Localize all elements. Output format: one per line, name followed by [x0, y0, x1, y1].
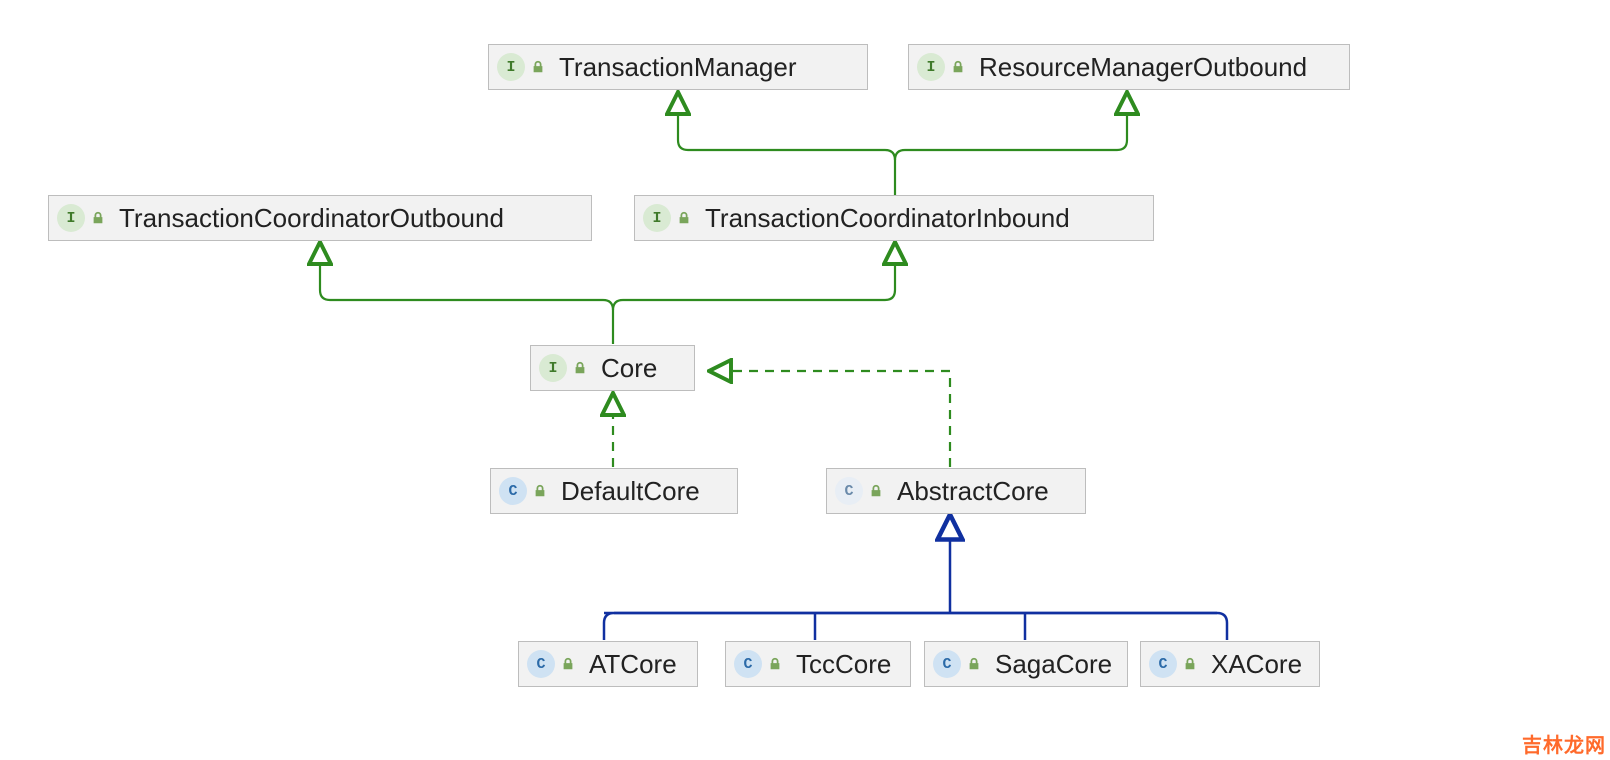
node-label: XACore — [1211, 651, 1302, 677]
lock-icon — [561, 657, 575, 671]
node-core: I Core — [530, 345, 695, 391]
lock-icon — [677, 211, 691, 225]
lock-icon — [768, 657, 782, 671]
lock-icon — [573, 361, 587, 375]
node-label: TransactionCoordinatorOutbound — [119, 205, 504, 231]
node-transaction-coordinator-inbound: I TransactionCoordinatorInbound — [634, 195, 1154, 241]
edge-tci-tm — [678, 103, 895, 160]
node-label: ResourceManagerOutbound — [979, 54, 1307, 80]
node-label: SagaCore — [995, 651, 1112, 677]
interface-icon: I — [539, 354, 567, 382]
class-icon: C — [933, 650, 961, 678]
class-icon: C — [499, 477, 527, 505]
node-label: TransactionCoordinatorInbound — [705, 205, 1070, 231]
node-xa-core: C XACore — [1140, 641, 1320, 687]
abstract-class-icon: C — [835, 477, 863, 505]
lock-icon — [967, 657, 981, 671]
interface-icon: I — [643, 204, 671, 232]
node-label: Core — [601, 355, 657, 381]
lock-icon — [533, 484, 547, 498]
node-tcc-core: C TccCore — [725, 641, 911, 687]
node-resource-manager-outbound: I ResourceManagerOutbound — [908, 44, 1350, 90]
node-label: DefaultCore — [561, 478, 700, 504]
interface-icon: I — [917, 53, 945, 81]
lock-icon — [1183, 657, 1197, 671]
watermark-text: 吉林龙网 — [1522, 729, 1606, 758]
node-transaction-coordinator-outbound: I TransactionCoordinatorOutbound — [48, 195, 592, 241]
node-transaction-manager: I TransactionManager — [488, 44, 868, 90]
node-label: ATCore — [589, 651, 677, 677]
node-label: TransactionManager — [559, 54, 797, 80]
class-icon: C — [527, 650, 555, 678]
lock-icon — [531, 60, 545, 74]
node-label: TccCore — [796, 651, 891, 677]
class-icon: C — [734, 650, 762, 678]
edge-core-tci — [613, 253, 895, 310]
lock-icon — [951, 60, 965, 74]
node-abstract-core: C AbstractCore — [826, 468, 1086, 514]
node-saga-core: C SagaCore — [924, 641, 1128, 687]
edge-abstractcore-core — [720, 371, 950, 467]
edge-core-tco — [320, 253, 613, 310]
lock-icon — [869, 484, 883, 498]
edge-tci-rmo — [895, 103, 1127, 160]
node-label: AbstractCore — [897, 478, 1049, 504]
class-icon: C — [1149, 650, 1177, 678]
interface-icon: I — [497, 53, 525, 81]
node-at-core: C ATCore — [518, 641, 698, 687]
edge-bus — [604, 613, 1227, 623]
interface-icon: I — [57, 204, 85, 232]
node-default-core: C DefaultCore — [490, 468, 738, 514]
lock-icon — [91, 211, 105, 225]
